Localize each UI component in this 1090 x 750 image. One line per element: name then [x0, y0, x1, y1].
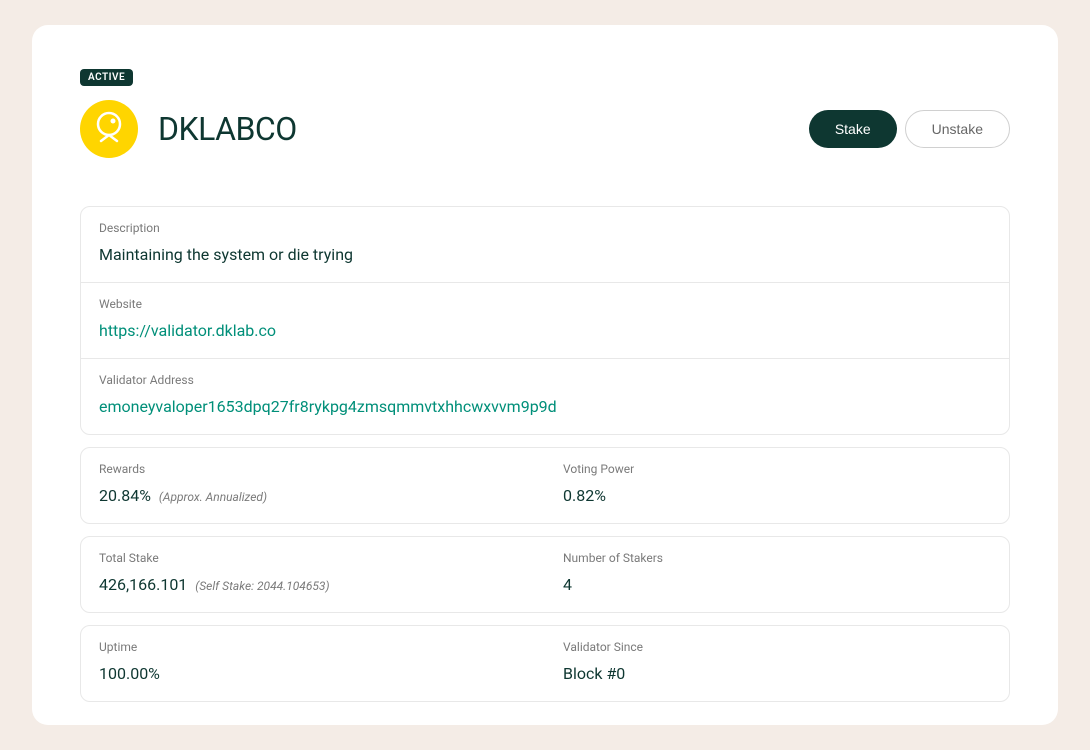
rewards-section: Rewards 20.84% (Approx. Annualized) Voti…: [80, 447, 1010, 524]
description-value: Maintaining the system or die trying: [99, 245, 991, 264]
rewards-value: 20.84% (Approx. Annualized): [99, 486, 527, 505]
website-link[interactable]: https://validator.dklab.co: [99, 321, 276, 340]
stake-button[interactable]: Stake: [809, 110, 897, 148]
address-link[interactable]: emoneyvaloper1653dpq27fr8rykpg4zmsqmmvtx…: [99, 397, 557, 416]
uptime-col: Uptime 100.00%: [81, 626, 545, 701]
avatar: [80, 100, 138, 158]
num-stakers-label: Number of Stakers: [563, 551, 991, 565]
description-label: Description: [99, 221, 991, 235]
details-section: Description Maintaining the system or di…: [80, 206, 1010, 435]
website-item: Website https://validator.dklab.co: [81, 283, 1009, 359]
voting-power-value: 0.82%: [563, 486, 991, 505]
voting-power-col: Voting Power 0.82%: [545, 448, 1009, 523]
validator-name: DKLABCO: [158, 110, 297, 148]
website-label: Website: [99, 297, 991, 311]
since-label: Validator Since: [563, 640, 991, 654]
rewards-note: (Approx. Annualized): [159, 490, 267, 504]
header-row: DKLABCO Stake Unstake: [80, 100, 1010, 158]
uptime-section: Uptime 100.00% Validator Since Block #0: [80, 625, 1010, 702]
voting-power-label: Voting Power: [563, 462, 991, 476]
since-col: Validator Since Block #0: [545, 626, 1009, 701]
validator-card: ACTIVE DKLABCO Stake Unstake Description…: [32, 25, 1058, 725]
actions: Stake Unstake: [809, 110, 1010, 148]
since-value: Block #0: [563, 664, 991, 683]
total-stake-value: 426,166.101 (Self Stake: 2044.104653): [99, 575, 527, 594]
description-item: Description Maintaining the system or di…: [81, 207, 1009, 283]
address-label: Validator Address: [99, 373, 991, 387]
uptime-label: Uptime: [99, 640, 527, 654]
avatar-icon: [91, 111, 127, 147]
total-stake-label: Total Stake: [99, 551, 527, 565]
identity: DKLABCO: [80, 100, 297, 158]
self-stake-note: (Self Stake: 2044.104653): [195, 579, 329, 593]
total-stake-col: Total Stake 426,166.101 (Self Stake: 204…: [81, 537, 545, 612]
total-stake-amount: 426,166.101: [99, 575, 187, 594]
rewards-label: Rewards: [99, 462, 527, 476]
unstake-button[interactable]: Unstake: [905, 110, 1010, 148]
num-stakers-col: Number of Stakers 4: [545, 537, 1009, 612]
num-stakers-value: 4: [563, 575, 991, 594]
address-item: Validator Address emoneyvaloper1653dpq27…: [81, 359, 1009, 434]
status-badge: ACTIVE: [80, 69, 133, 86]
stake-section: Total Stake 426,166.101 (Self Stake: 204…: [80, 536, 1010, 613]
rewards-col: Rewards 20.84% (Approx. Annualized): [81, 448, 545, 523]
rewards-percent: 20.84%: [99, 486, 151, 505]
uptime-value: 100.00%: [99, 664, 527, 683]
